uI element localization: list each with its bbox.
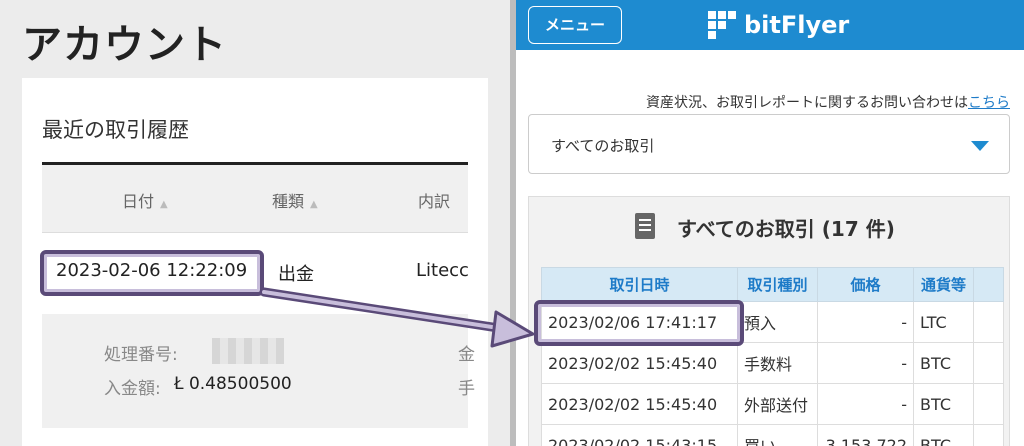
annotation-arrow-icon [259,287,535,348]
screenshot-root: アカウント 最近の取引履歴 日付 ▲ 種類 ▲ 内訳 2023-02-06 12:2… [0,0,1024,446]
